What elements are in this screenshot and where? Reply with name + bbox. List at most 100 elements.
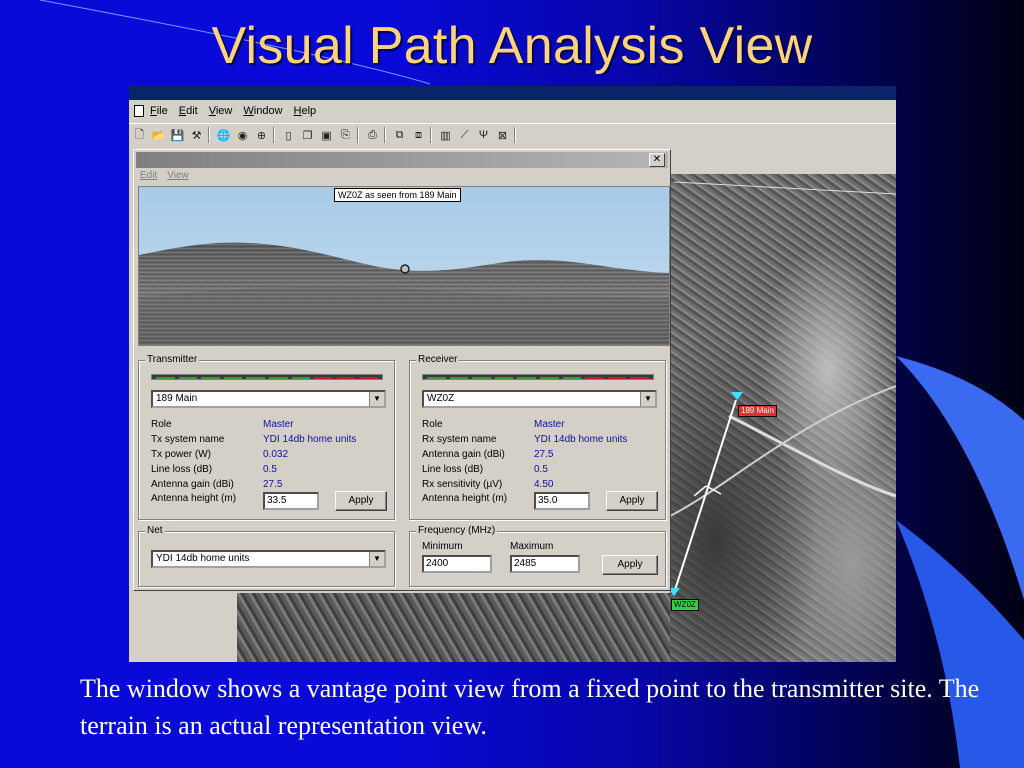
dialog-menu-edit[interactable]: Edit [140,170,157,181]
net-legend: Net [145,525,165,537]
disk-icon[interactable]: ◉ [234,127,251,143]
app-title-bar [129,86,896,100]
menu-bar: File Edit View Window Help [129,100,896,122]
chevron-down-icon[interactable]: ▼ [640,392,655,406]
rx-row-antenna-gain: Antenna gain (dBi) 27.5 [422,449,554,460]
signal-segment [585,377,604,379]
signal-segment [472,377,491,379]
signal-segment [517,377,536,379]
signal-segment [607,377,627,379]
signal-segment [359,377,378,379]
search-globe-icon[interactable]: ⊕ [253,127,270,143]
tx-row-antenna-gain: Antenna gain (dBi) 27.5 [151,479,283,490]
net-select-value: YDI 14db home units [156,553,250,564]
receiver-group: Receiver WZ0Z ▼ Role Master Rx system na… [409,354,666,520]
tx-antenna-height-label: Antenna height (m) [151,493,237,504]
terrain-view[interactable]: WZ0Z as seen from 189 Main [138,186,670,346]
page-copy-icon[interactable]: ❐ [299,127,316,143]
menu-edit[interactable]: Edit [179,105,198,117]
page-stack-icon[interactable]: ▣ [318,127,335,143]
receiver-legend: Receiver [416,354,460,366]
satellite-map-strip [237,593,670,662]
open-icon[interactable]: 📂 [150,127,167,143]
chart-icon[interactable]: ▥ [437,127,454,143]
menu-file[interactable]: File [150,105,168,117]
signal-segment [630,377,649,379]
frequency-min-input[interactable]: 2400 [422,555,492,573]
transmitter-legend: Transmitter [145,354,200,366]
toolbar-separator [273,127,275,143]
signal-segment [314,377,333,379]
frequency-max-input[interactable]: 2485 [510,555,580,573]
slide-title: Visual Path Analysis View [211,17,813,75]
dialog-menu: Edit View [140,170,189,181]
tx-row-system-name: Tx system name YDI 14db home units [151,434,357,445]
signal-segment [336,377,356,379]
rx-apply-button[interactable]: Apply [606,491,658,511]
signal-segment [201,377,220,379]
frequency-group: Frequency (MHz) Minimum Maximum 2400 248… [409,525,666,587]
rx-row-line-loss: Line loss (dB) 0.5 [422,464,548,475]
pdf-icon[interactable]: ⎘ [337,127,354,143]
document-icon [134,105,144,117]
target-marker-icon [400,264,410,274]
menu-help[interactable]: Help [294,105,317,117]
tools-icon[interactable]: ⚒ [188,127,205,143]
menu-view[interactable]: View [209,105,233,117]
dialog-title-bar: ✕ [136,152,668,168]
transmitter-site-select[interactable]: 189 Main ▼ [151,390,386,408]
toolbar-separator [384,127,386,143]
tx-row-role: Role Master [151,419,294,430]
signal-segment [156,377,175,379]
antenna-icon[interactable]: Ψ [475,127,492,143]
map-site-189-main[interactable]: 189 Main [738,405,777,417]
toolbar-separator [208,127,210,143]
signal-segment [223,377,243,379]
signal-segment [178,377,198,379]
signal-segment [246,377,265,379]
transmitter-signal-meter [151,374,383,380]
dialog-menu-view[interactable]: View [167,170,189,181]
frequency-legend: Frequency (MHz) [416,525,498,537]
toolbar-separator [430,127,432,143]
rx-row-role: Role Master [422,419,565,430]
path-analysis-dialog: ✕ Edit View WZ0Z as seen from 189 Main T… [133,149,671,591]
link-icon[interactable]: ⟋ [456,127,473,143]
map-site-wz0z[interactable]: WZ0Z [671,599,699,611]
globe-icon[interactable]: 🌐 [215,127,232,143]
tx-antenna-height-input[interactable]: 33.5 [263,492,319,510]
transmitter-group: Transmitter 189 Main ▼ Role Master Tx sy… [138,354,395,520]
toolbar-separator [357,127,359,143]
terrain-render [139,187,669,345]
frequency-apply-button[interactable]: Apply [602,555,658,575]
rx-antenna-height-input[interactable]: 35.0 [534,492,590,510]
rx-row-sensitivity: Rx sensitivity (µV) 4.50 [422,479,554,490]
close-icon[interactable]: ✕ [649,153,665,167]
save-icon[interactable]: 💾 [169,127,186,143]
toolbar: 🗋 📂 💾 ⚒ 🌐 ◉ ⊕ ▯ ❐ ▣ ⎘ ⎙ ⧉ ⧈ ▥ ⟋ Ψ ⊠ [129,123,896,146]
terrain-view-label: WZ0Z as seen from 189 Main [334,188,461,202]
receiver-site-value: WZ0Z [427,393,455,404]
toolbar-separator [514,127,516,143]
page-icon[interactable]: ▯ [280,127,297,143]
print-icon[interactable]: ⎙ [364,127,381,143]
signal-segment [562,377,582,379]
paste-icon[interactable]: ⧈ [410,127,427,143]
menu-window[interactable]: Window [243,105,282,117]
tx-apply-button[interactable]: Apply [335,491,387,511]
site-marker-icon[interactable] [731,392,743,400]
new-icon[interactable]: 🗋 [131,127,148,143]
copy-icon[interactable]: ⧉ [391,127,408,143]
net-select[interactable]: YDI 14db home units ▼ [151,550,386,568]
receiver-signal-meter [422,374,654,380]
chevron-down-icon[interactable]: ▼ [369,392,384,406]
close-box-icon[interactable]: ⊠ [494,127,511,143]
transmitter-site-value: 189 Main [156,393,198,404]
satellite-map[interactable] [670,174,896,662]
signal-segment [494,377,514,379]
signal-segment [268,377,288,379]
chevron-down-icon[interactable]: ▼ [369,552,384,566]
signal-segment [291,377,311,379]
receiver-site-select[interactable]: WZ0Z ▼ [422,390,657,408]
net-group: Net YDI 14db home units ▼ [138,525,395,587]
